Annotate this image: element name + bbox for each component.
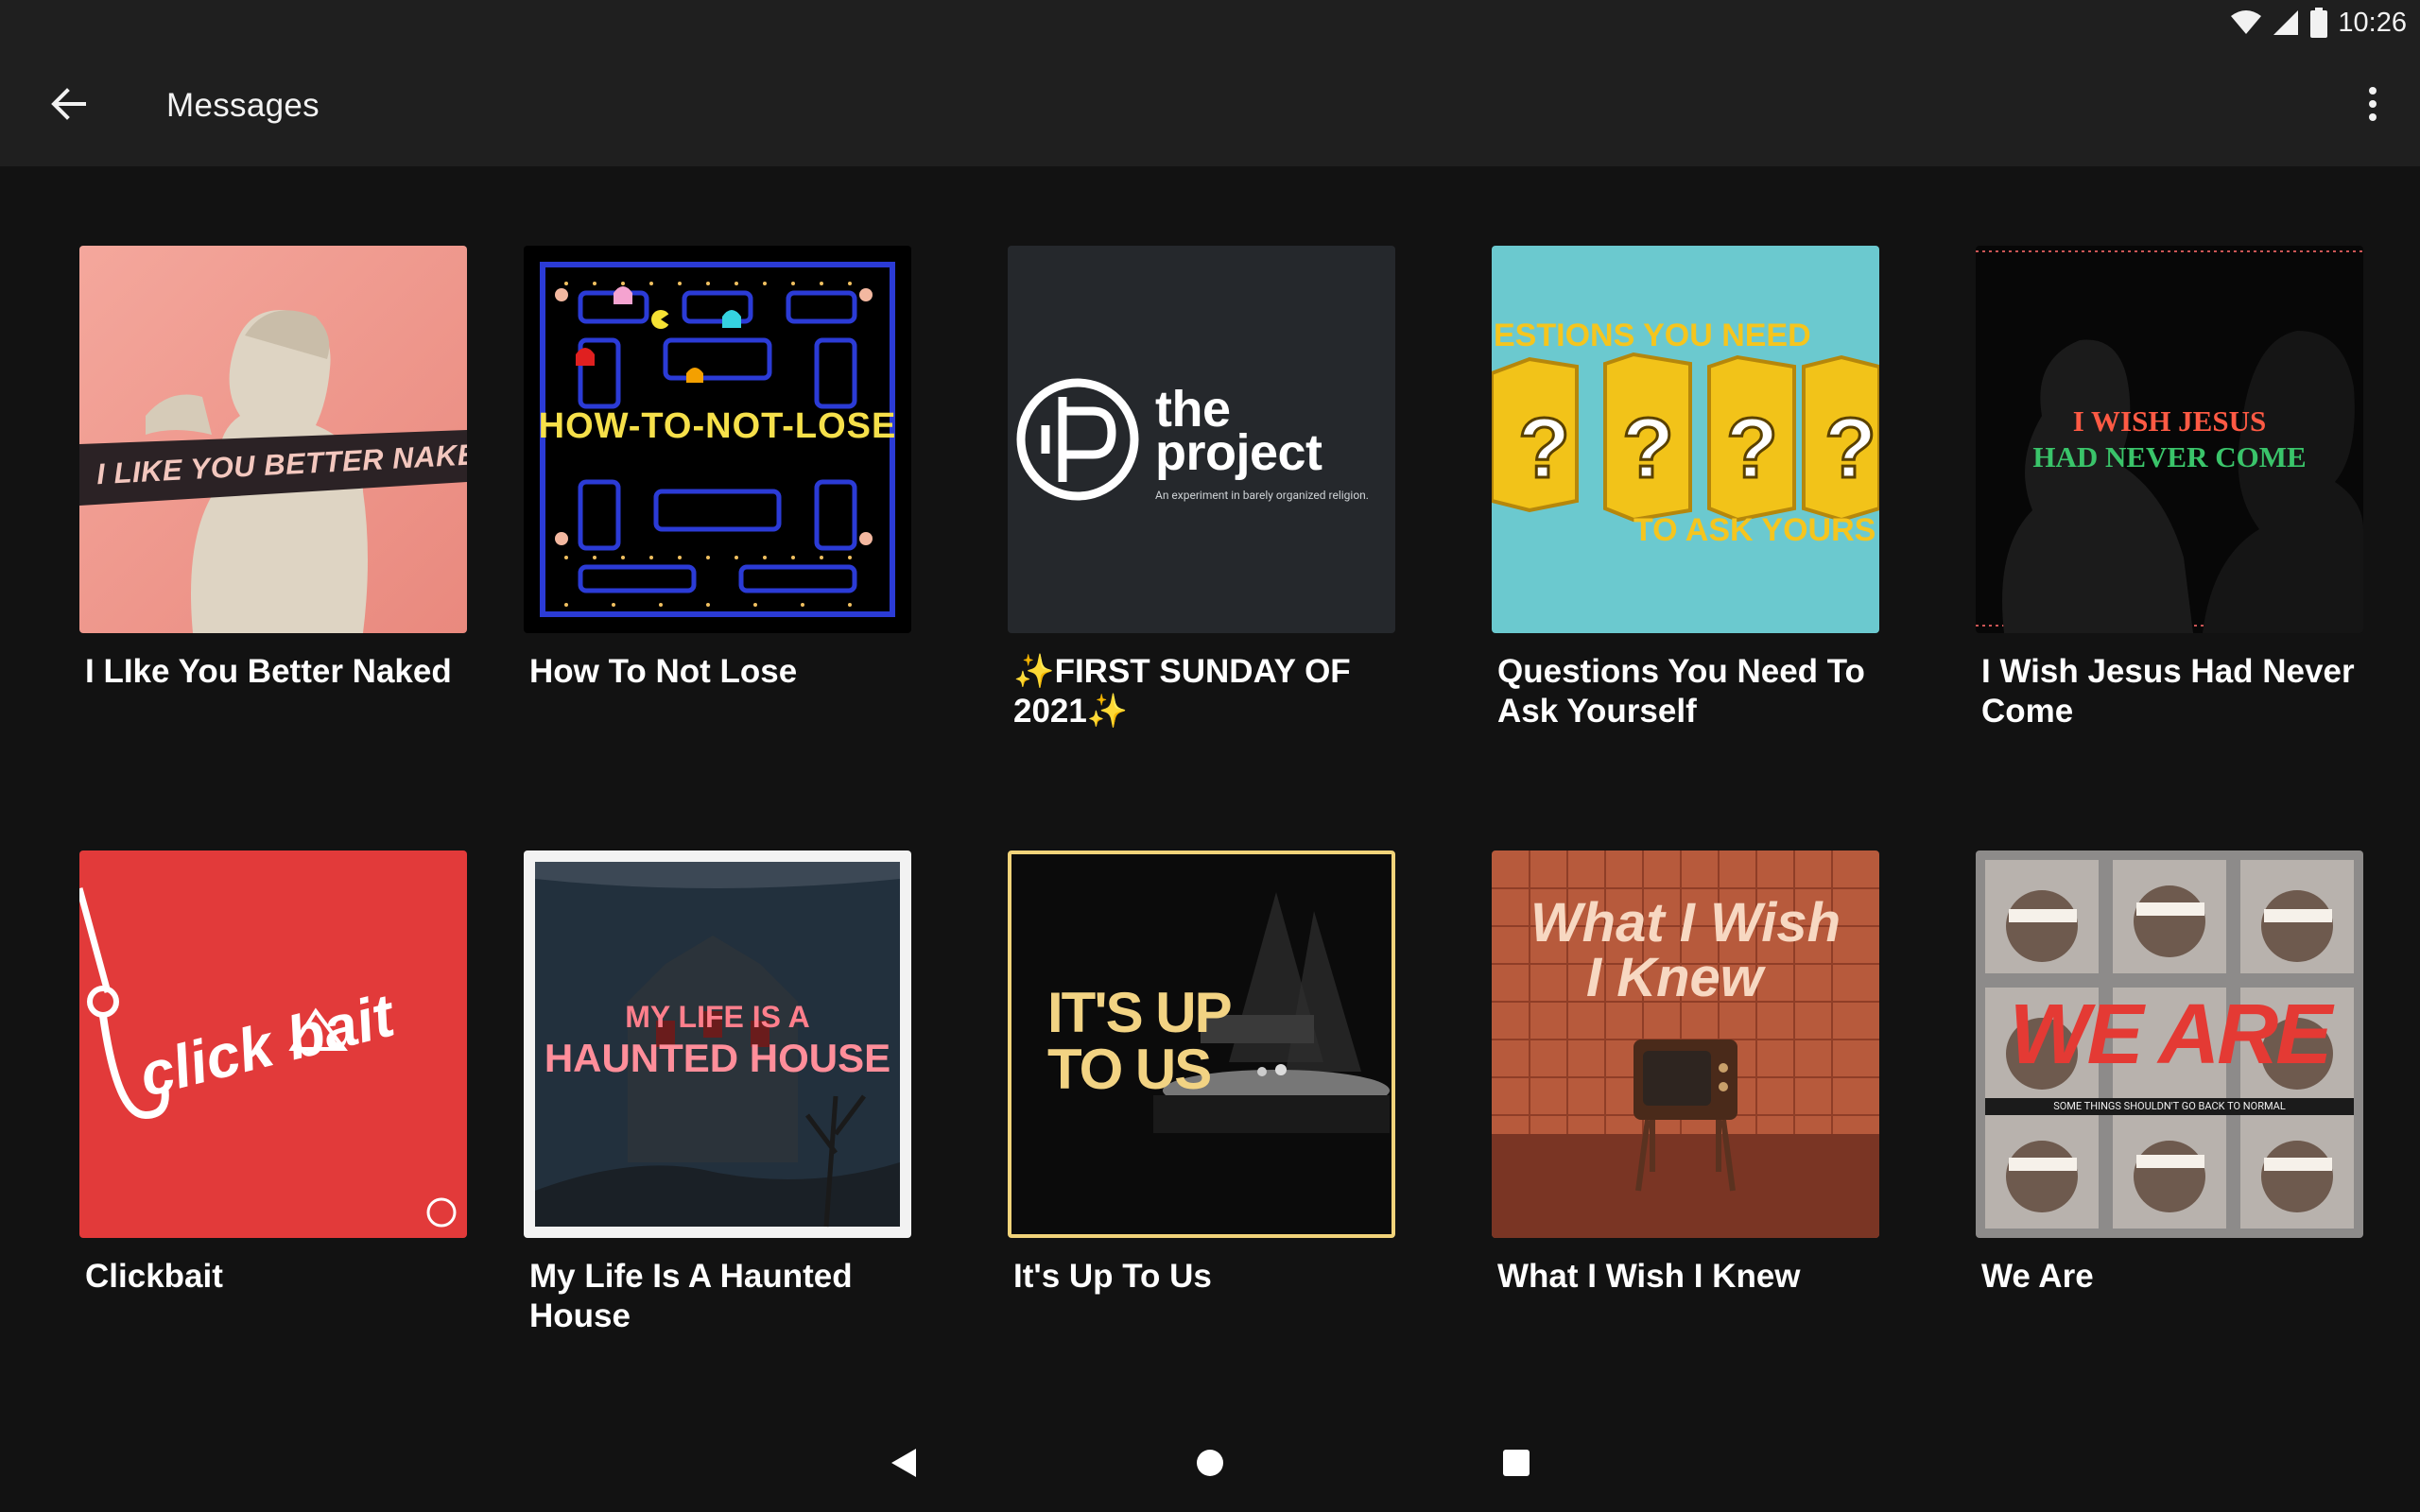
thumbnail-art-text: HOW-TO-NOT-LOSE bbox=[538, 406, 897, 446]
message-title: What I Wish I Knew bbox=[1497, 1258, 1801, 1295]
thumbnail-art-subtext: TO ASK YOURS bbox=[1634, 512, 1876, 548]
nav-home-button[interactable] bbox=[1180, 1438, 1240, 1491]
message-thumbnail: ???? ESTIONS YOU NEED TO ASK YOURS bbox=[1492, 246, 1879, 633]
nav-home-circle-icon bbox=[1195, 1448, 1225, 1482]
thumbnail-art-text: I WISH JESUS bbox=[2072, 404, 2267, 438]
message-card[interactable]: click bait Clickbait bbox=[79, 850, 467, 1297]
message-title: It's Up To Us bbox=[1013, 1258, 1212, 1295]
message-thumbnail: I LIKE YOU BETTER NAKED bbox=[79, 246, 467, 633]
message-card[interactable]: ???? ESTIONS YOU NEED TO ASK YOURS Quest… bbox=[1492, 246, 1879, 731]
thumbnail-art-text: MY LIFE IS A bbox=[625, 1000, 810, 1034]
app-bar: Messages bbox=[0, 45, 2420, 166]
message-thumbnail: the project An experiment in barely orga… bbox=[1008, 246, 1395, 633]
thumbnail-art-subtext: HAUNTED HOUSE bbox=[544, 1036, 891, 1080]
svg-text:?: ? bbox=[1726, 402, 1778, 496]
thumbnail-art-text: What I Wish bbox=[1530, 892, 1841, 954]
message-thumbnail: HOW-TO-NOT-LOSE bbox=[524, 246, 911, 633]
arrow-back-icon bbox=[50, 87, 86, 125]
message-thumbnail: MY LIFE IS A HAUNTED HOUSE bbox=[524, 850, 911, 1238]
message-card[interactable]: HOW-TO-NOT-LOSE How To Not Lose bbox=[524, 246, 911, 692]
message-title: My Life Is A Haunted House bbox=[529, 1258, 853, 1334]
thumbnail-art-subtext: HAD NEVER COME bbox=[2032, 440, 2307, 473]
message-title: I LIke You Better Naked bbox=[85, 653, 452, 690]
message-thumbnail: What I Wish I Knew bbox=[1492, 850, 1879, 1238]
navigation-bar bbox=[0, 1418, 2420, 1512]
message-thumbnail: click bait bbox=[79, 850, 467, 1238]
message-thumbnail: WE ARE SOME THINGS SHOULDN'T GO BACK TO … bbox=[1976, 850, 2363, 1238]
page-title: Messages bbox=[166, 87, 320, 124]
messages-grid: I LIKE YOU BETTER NAKED I LIke You Bette… bbox=[0, 166, 2420, 1395]
message-title: We Are bbox=[1981, 1258, 2094, 1295]
message-title: How To Not Lose bbox=[529, 653, 798, 690]
nav-back-button[interactable] bbox=[873, 1438, 934, 1491]
nav-back-triangle-icon bbox=[890, 1447, 918, 1483]
thumbnail-art-text: IT'S UP bbox=[1047, 981, 1233, 1044]
status-time: 10:26 bbox=[2338, 7, 2407, 38]
message-title: ✨FIRST SUNDAY OF 2021✨ bbox=[1013, 653, 1351, 730]
more-vert-icon bbox=[2367, 85, 2378, 127]
message-title: Questions You Need To Ask Yourself bbox=[1497, 653, 1865, 730]
thumbnail-art-text: the project bbox=[1155, 381, 1322, 481]
message-title: I Wish Jesus Had Never Come bbox=[1981, 653, 2355, 730]
message-card[interactable]: MY LIFE IS A HAUNTED HOUSE My Life Is A … bbox=[524, 850, 911, 1336]
message-title: Clickbait bbox=[85, 1258, 223, 1295]
back-button[interactable] bbox=[34, 76, 102, 136]
message-card[interactable]: I WISH JESUS HAD NEVER COME I Wish Jesus… bbox=[1976, 246, 2363, 731]
thumbnail-art-subtext: SOME THINGS SHOULDN'T GO BACK TO NORMAL bbox=[2053, 1100, 2286, 1112]
message-thumbnail: I WISH JESUS HAD NEVER COME bbox=[1976, 246, 2363, 633]
status-icons: 10:26 bbox=[2230, 6, 2407, 40]
thumbnail-art-text: ESTIONS YOU NEED bbox=[1494, 318, 1811, 353]
status-bar: 10:26 bbox=[0, 0, 2420, 45]
battery-icon bbox=[2309, 8, 2328, 38]
svg-text:?: ? bbox=[1518, 402, 1570, 496]
thumbnail-art-text: WE ARE bbox=[2009, 988, 2333, 1082]
message-card[interactable]: WE ARE SOME THINGS SHOULDN'T GO BACK TO … bbox=[1976, 850, 2363, 1297]
thumbnail-art-subtext: An experiment in barely organized religi… bbox=[1155, 489, 1369, 502]
thumbnail-art-subtext: TO US bbox=[1047, 1038, 1212, 1101]
nav-recents-button[interactable] bbox=[1486, 1438, 1547, 1491]
message-card[interactable]: I LIKE YOU BETTER NAKED I LIke You Bette… bbox=[79, 246, 467, 692]
svg-text:?: ? bbox=[1824, 402, 1876, 496]
message-thumbnail: IT'S UP TO US bbox=[1008, 850, 1395, 1238]
overflow-menu-button[interactable] bbox=[2342, 76, 2403, 136]
thumbnail-art-subtext: I Knew bbox=[1586, 947, 1763, 1008]
message-card[interactable]: IT'S UP TO US It's Up To Us bbox=[1008, 850, 1395, 1297]
svg-text:?: ? bbox=[1622, 402, 1674, 496]
message-card[interactable]: the project An experiment in barely orga… bbox=[1008, 246, 1395, 731]
wifi-icon bbox=[2230, 10, 2262, 35]
message-card[interactable]: What I Wish I Knew What I Wish I Knew bbox=[1492, 850, 1879, 1297]
nav-recents-square-icon bbox=[1502, 1449, 1530, 1481]
cell-signal-icon bbox=[2272, 9, 2300, 36]
